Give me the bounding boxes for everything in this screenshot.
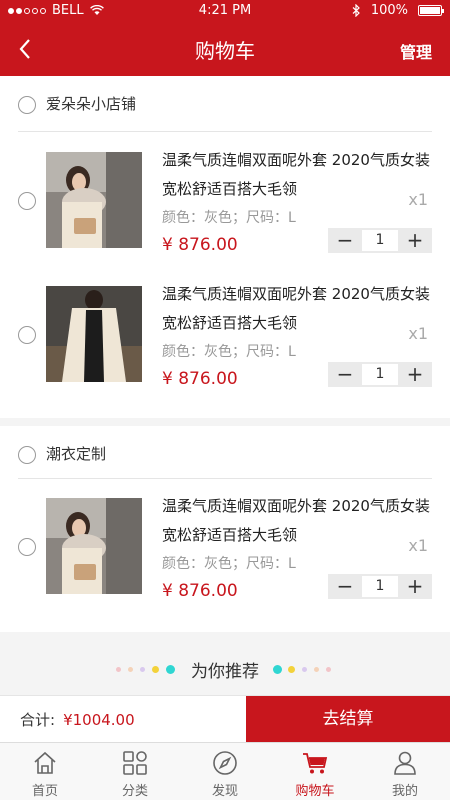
tab-label: 首页 — [31, 784, 58, 799]
minus-button[interactable]: − — [328, 228, 362, 253]
quantity-stepper: − 1 + — [328, 228, 432, 253]
page-title: 购物车 — [195, 39, 255, 63]
product-name[interactable]: 温柔气质连帽双面呢外套 2020气质女装宽松舒适百搭大毛领 — [162, 146, 430, 204]
decor-dot — [326, 667, 331, 672]
bluetooth-icon — [352, 4, 360, 17]
quantity-label: x1 — [408, 190, 428, 209]
category-icon — [123, 751, 147, 775]
minus-button[interactable]: − — [328, 362, 362, 387]
status-bar: BELL 4:21 PM 100% — [0, 0, 450, 22]
quantity-input[interactable]: 1 — [362, 230, 398, 251]
product-price: ¥ 876.00 — [162, 235, 238, 255]
cart-icon — [303, 753, 328, 774]
total-label: 合计: — [20, 711, 56, 729]
shop-name: 爱朵朵小店铺 — [46, 95, 137, 113]
quantity-label: x1 — [408, 536, 428, 555]
checkout-button[interactable]: 去结算 — [246, 696, 450, 743]
shop-name: 潮衣定制 — [46, 445, 107, 463]
quantity-stepper: − 1 + — [328, 574, 432, 599]
quantity-input[interactable]: 1 — [362, 364, 398, 385]
quantity-input[interactable]: 1 — [362, 576, 398, 597]
item-select-radio[interactable] — [18, 192, 36, 210]
cart-item: 温柔气质连帽双面呢外套 2020气质女装宽松舒适百搭大毛领 颜色：灰色；尺码：L… — [0, 268, 450, 402]
product-image[interactable] — [46, 286, 142, 382]
battery-icon — [418, 5, 444, 16]
total-amount: ¥1004.00 — [63, 711, 135, 729]
minus-button[interactable]: − — [328, 574, 362, 599]
tab-mine[interactable]: 我的 — [360, 743, 450, 800]
product-price: ¥ 876.00 — [162, 581, 238, 601]
tab-home[interactable]: 首页 — [0, 743, 90, 800]
tab-label: 发现 — [211, 784, 238, 799]
item-select-radio[interactable] — [18, 326, 36, 344]
tab-bar: 首页 分类 发现 购物车 我的 — [0, 742, 450, 800]
shop-select-radio[interactable] — [18, 96, 36, 114]
decor-dot — [302, 667, 307, 672]
tab-label: 分类 — [121, 784, 148, 799]
manage-button[interactable]: 管理 — [400, 39, 432, 63]
tab-label: 购物车 — [295, 784, 335, 799]
tab-category[interactable]: 分类 — [90, 743, 180, 800]
plus-button[interactable]: + — [398, 574, 432, 599]
plus-button[interactable]: + — [398, 228, 432, 253]
shop-card: 潮衣定制 温柔气质连帽双面呢外套 2020气质女装宽松舒适百搭大毛领 颜色：灰色… — [0, 426, 450, 632]
product-image[interactable] — [46, 498, 142, 594]
user-icon — [394, 751, 416, 775]
plus-button[interactable]: + — [398, 362, 432, 387]
product-spec: 颜色：灰色；尺码：L — [162, 210, 296, 226]
product-name[interactable]: 温柔气质连帽双面呢外套 2020气质女装宽松舒适百搭大毛领 — [162, 492, 430, 550]
cart-item: 温柔气质连帽双面呢外套 2020气质女装宽松舒适百搭大毛领 颜色：灰色；尺码：L… — [0, 134, 450, 268]
divider — [18, 131, 432, 132]
decor-dot — [314, 667, 319, 672]
tab-label: 我的 — [391, 784, 418, 799]
divider — [18, 478, 432, 479]
decor-dot — [288, 666, 295, 673]
quantity-stepper: − 1 + — [328, 362, 432, 387]
item-select-radio[interactable] — [18, 538, 36, 556]
quantity-label: x1 — [408, 324, 428, 343]
product-name[interactable]: 温柔气质连帽双面呢外套 2020气质女装宽松舒适百搭大毛领 — [162, 280, 430, 338]
tab-cart[interactable]: 购物车 — [270, 743, 360, 800]
cart-item: 温柔气质连帽双面呢外套 2020气质女装宽松舒适百搭大毛领 颜色：灰色；尺码：L… — [0, 480, 450, 614]
checkout-bar: 合计: ¥1004.00 去结算 — [0, 695, 450, 743]
decor-dot — [273, 665, 282, 674]
product-spec: 颜色：灰色；尺码：L — [162, 556, 296, 572]
nav-bar: 购物车 管理 — [0, 22, 450, 76]
product-image[interactable] — [46, 152, 142, 248]
product-spec: 颜色：灰色；尺码：L — [162, 344, 296, 360]
recommend-label: 为你推荐 — [191, 662, 259, 682]
home-icon — [34, 751, 56, 774]
tab-discover[interactable]: 发现 — [180, 743, 270, 800]
shop-header: 潮衣定制 — [0, 426, 450, 482]
compass-icon — [213, 751, 237, 775]
battery-percent: 100% — [370, 3, 408, 18]
shop-select-radio[interactable] — [18, 446, 36, 464]
shop-header: 爱朵朵小店铺 — [0, 76, 450, 132]
product-price: ¥ 876.00 — [162, 369, 238, 389]
total-price: 合计: ¥1004.00 — [20, 709, 135, 730]
shop-card: 爱朵朵小店铺 温柔气质连帽双面呢外套 2020气质女装宽松舒适百搭大毛领 颜色：… — [0, 76, 450, 418]
